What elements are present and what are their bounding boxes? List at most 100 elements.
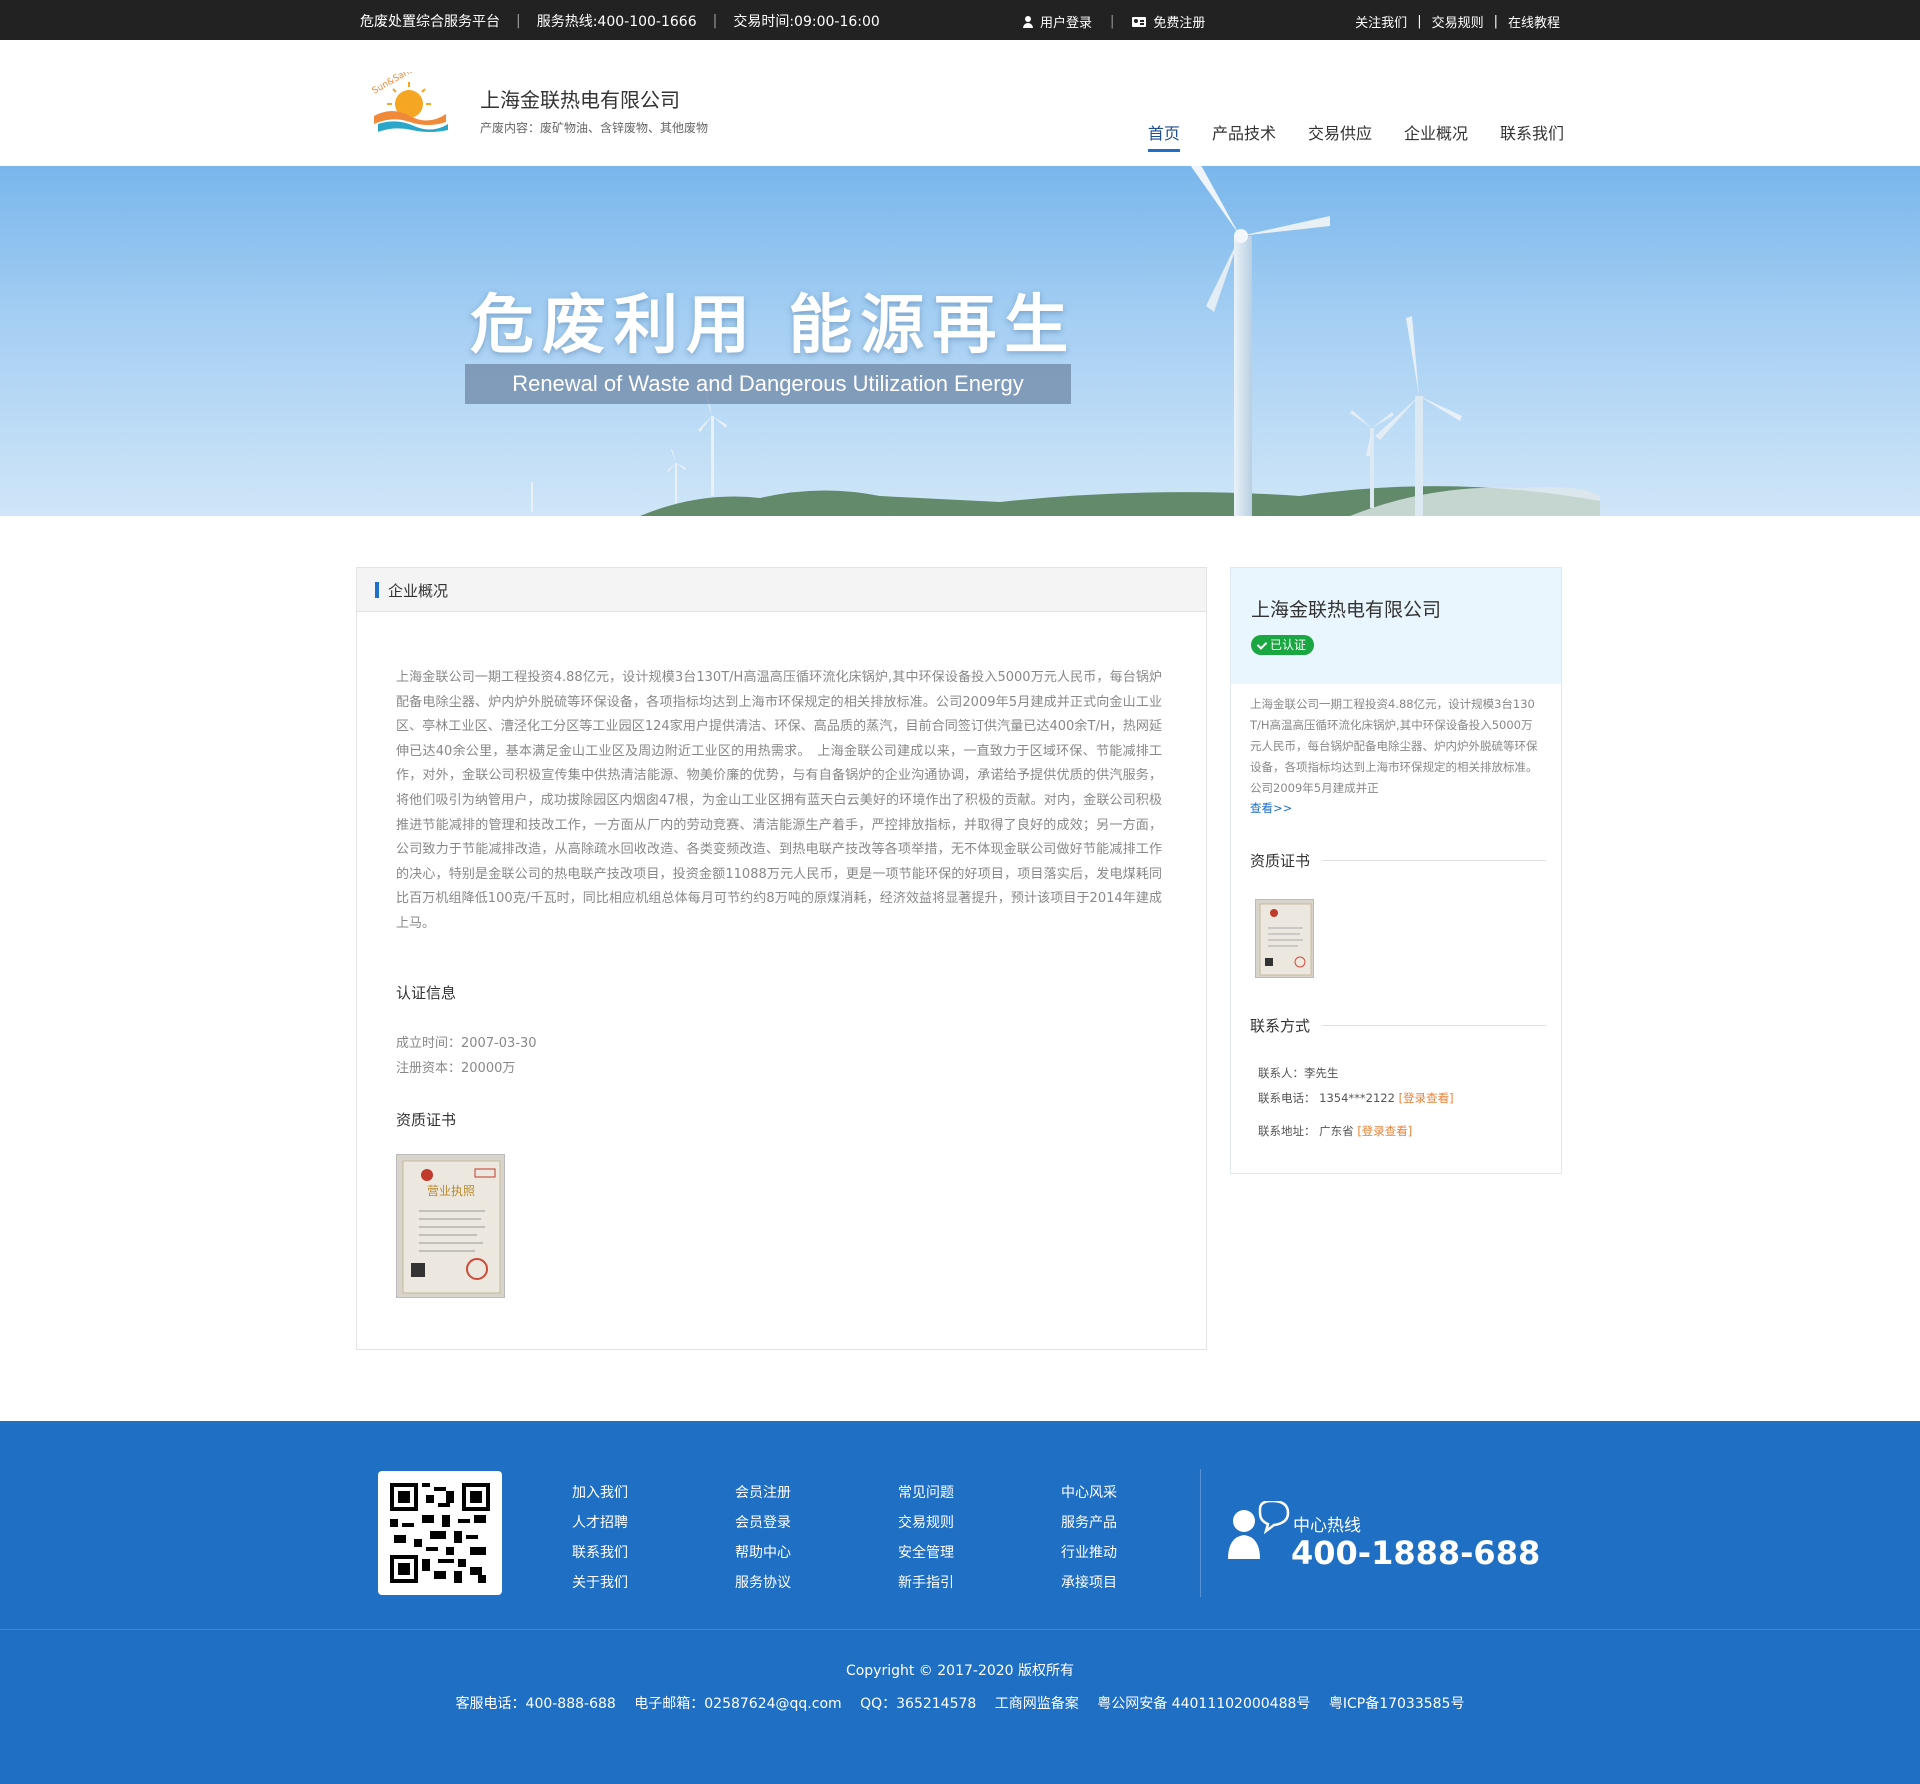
logo-graphic: Sun&Sand [371, 65, 448, 132]
service-qq: QQ：365214578 [860, 1696, 977, 1712]
certification-title: 认证信息 [396, 984, 457, 1002]
copyright: Copyright © 2017-2020 版权所有 [845, 1663, 1075, 1679]
user-icon [1022, 15, 1034, 28]
nav-company[interactable]: 企业概况 [1404, 120, 1468, 152]
separator: | [516, 13, 521, 29]
footer-link-help[interactable]: 帮助中心 [735, 1538, 898, 1568]
main-nav: 首页 产品技术 交易供应 企业概况 联系我们 [1116, 120, 1564, 152]
register-link[interactable]: 免费注册 [1132, 12, 1205, 31]
check-icon [1256, 640, 1266, 650]
nav-supply[interactable]: 交易供应 [1308, 120, 1372, 152]
company-overview-panel: 企业概况 上海金联公司一期工程投资4.88亿元，设计规模3台130T/H高温高压… [356, 567, 1207, 1350]
sidebar-qualification-header: 资质证书 [1250, 850, 1546, 871]
banner-title: 危废利用 能源再生 [470, 289, 1077, 363]
id-card-icon [1132, 16, 1147, 27]
contact-phone-row: 联系电话： 1354***2122 [登录查看] [1258, 1090, 1454, 1106]
site-header: Sun&Sand 上海金联热电有限公司 产废内容：废矿物油、含锌废物、其他废物 … [0, 40, 1920, 166]
panel-title: 企业概况 [388, 582, 449, 600]
divider [1322, 860, 1546, 861]
company-sidebar: 上海金联热电有限公司 已认证 上海金联公司一期工程投资4.88亿元，设计规模3台… [1230, 567, 1562, 1174]
customer-service-icon [1226, 1499, 1290, 1561]
footer-column-trade: 常见问题 交易规则 安全管理 新手指引 [898, 1478, 1061, 1598]
footer-info: 客服电话：400-888-688 电子邮箱：02587624@qq.com QQ… [0, 1693, 1920, 1713]
footer-link-login[interactable]: 会员登录 [735, 1508, 898, 1538]
license-title: 营业执照 [427, 1184, 475, 1198]
license-graphic: 营业执照 [402, 1160, 501, 1294]
sidebar-header: 上海金联热电有限公司 已认证 [1231, 568, 1561, 684]
registered-capital: 注册资本：20000万 [396, 1061, 516, 1076]
footer-link-contact[interactable]: 联系我们 [572, 1538, 735, 1568]
contact-phone: 联系电话： 1354***2122 [1258, 1091, 1399, 1105]
hero-banner: 危废利用 能源再生 Renewal of Waste and Dangerous… [0, 166, 1920, 516]
top-bar-right: 关注我们 | 交易规则 | 在线教程 [1355, 12, 1560, 31]
company-logo[interactable]: Sun&Sand [368, 65, 450, 140]
verified-label: 已认证 [1270, 638, 1307, 652]
separator: | [1493, 14, 1498, 29]
trading-rules-link[interactable]: 交易规则 [1432, 12, 1484, 31]
view-more-link[interactable]: 查看>> [1250, 800, 1292, 816]
footer-link-columns: 加入我们 人才招聘 联系我们 关于我们 会员注册 会员登录 帮助中心 服务协议 … [572, 1478, 1224, 1598]
separator: | [1110, 14, 1115, 29]
nav-products[interactable]: 产品技术 [1212, 120, 1276, 152]
qr-code-graphic [390, 1483, 490, 1583]
service-hotline: 服务热线:400-100-1666 [536, 14, 697, 30]
footer-link-recruit[interactable]: 人才招聘 [572, 1508, 735, 1538]
sidebar-company-name: 上海金联热电有限公司 [1251, 599, 1442, 621]
accent-bar [375, 582, 379, 598]
address-login-view-link[interactable]: [登录查看] [1357, 1124, 1412, 1138]
hotline-label: 中心热线 [1293, 1516, 1361, 1536]
footer-column-member: 会员注册 会员登录 帮助中心 服务协议 [735, 1478, 898, 1598]
register-label: 免费注册 [1153, 16, 1206, 31]
sidebar-contact-header: 联系方式 [1250, 1015, 1546, 1036]
icp-record: 粤ICP备17033585号 [1328, 1696, 1465, 1712]
footer-link-register[interactable]: 会员注册 [735, 1478, 898, 1508]
sidebar-description: 上海金联公司一期工程投资4.88亿元，设计规模3台130T/H高温高压循环流化床… [1250, 697, 1538, 795]
footer-link-guide[interactable]: 新手指引 [898, 1568, 1061, 1598]
hotline-number: 400-1888-688 [1291, 1534, 1541, 1572]
nav-contact[interactable]: 联系我们 [1500, 120, 1564, 152]
service-email: 电子邮箱：02587624@qq.com [634, 1696, 842, 1712]
business-license-image[interactable]: 营业执照 [396, 1154, 505, 1298]
waste-content: 产废内容：废矿物油、含锌废物、其他废物 [480, 121, 709, 135]
verified-badge: 已认证 [1251, 635, 1315, 655]
footer-column-about: 加入我们 人才招聘 联系我们 关于我们 [572, 1478, 735, 1598]
follow-us-link[interactable]: 关注我们 [1355, 12, 1407, 31]
qualification-title: 资质证书 [396, 1111, 457, 1129]
established-date: 成立时间：2007-03-30 [396, 1036, 537, 1051]
footer-separator [0, 1629, 1920, 1630]
footer-link-join[interactable]: 加入我们 [572, 1478, 735, 1508]
top-bar-left: 危废处置综合服务平台 | 服务热线:400-100-1666 | 交易时间:09… [360, 11, 880, 31]
footer-link-about[interactable]: 关于我们 [572, 1568, 735, 1598]
sidebar-contact-title: 联系方式 [1250, 1017, 1311, 1035]
sidebar-qualification-title: 资质证书 [1250, 852, 1311, 870]
contact-person: 联系人：李先生 [1258, 1066, 1339, 1080]
footer-divider [1200, 1469, 1201, 1597]
site-footer: 加入我们 人才招聘 联系我们 关于我们 会员注册 会员登录 帮助中心 服务协议 … [0, 1421, 1920, 1784]
nav-home[interactable]: 首页 [1147, 120, 1180, 152]
service-phone: 客服电话：400-888-688 [455, 1696, 616, 1712]
company-name: 上海金联热电有限公司 [480, 88, 680, 112]
footer-link-safety[interactable]: 安全管理 [898, 1538, 1061, 1568]
login-label: 用户登录 [1040, 16, 1093, 31]
platform-name: 危废处置综合服务平台 [360, 14, 500, 30]
top-bar: 危废处置综合服务平台 | 服务热线:400-100-1666 | 交易时间:09… [0, 0, 1920, 40]
separator: | [1417, 14, 1422, 29]
supervision-record: 工商网监备案 [994, 1696, 1079, 1712]
footer-link-rules[interactable]: 交易规则 [898, 1508, 1061, 1538]
login-link[interactable]: 用户登录 [1022, 12, 1092, 31]
footer-link-agreement[interactable]: 服务协议 [735, 1568, 898, 1598]
top-bar-auth: 用户登录 | 免费注册 [1022, 12, 1205, 31]
qr-code [378, 1471, 502, 1595]
separator: | [712, 13, 718, 29]
contact-address-row: 联系地址： 广东省 [登录查看] [1258, 1123, 1412, 1139]
sidebar-license-thumbnail[interactable] [1255, 899, 1314, 978]
online-tutorial-link[interactable]: 在线教程 [1508, 12, 1560, 31]
panel-header: 企业概况 [357, 568, 1206, 612]
phone-login-view-link[interactable]: [登录查看] [1399, 1091, 1454, 1105]
police-record: 粤公网安备 44011102000488号 [1097, 1696, 1311, 1712]
trading-hours: 交易时间:09:00-16:00 [733, 14, 880, 30]
divider [1322, 1025, 1546, 1026]
contact-address: 联系地址： 广东省 [1258, 1124, 1358, 1138]
footer-link-faq[interactable]: 常见问题 [898, 1478, 1061, 1508]
banner-subtitle: Renewal of Waste and Dangerous Utilizati… [465, 364, 1071, 404]
